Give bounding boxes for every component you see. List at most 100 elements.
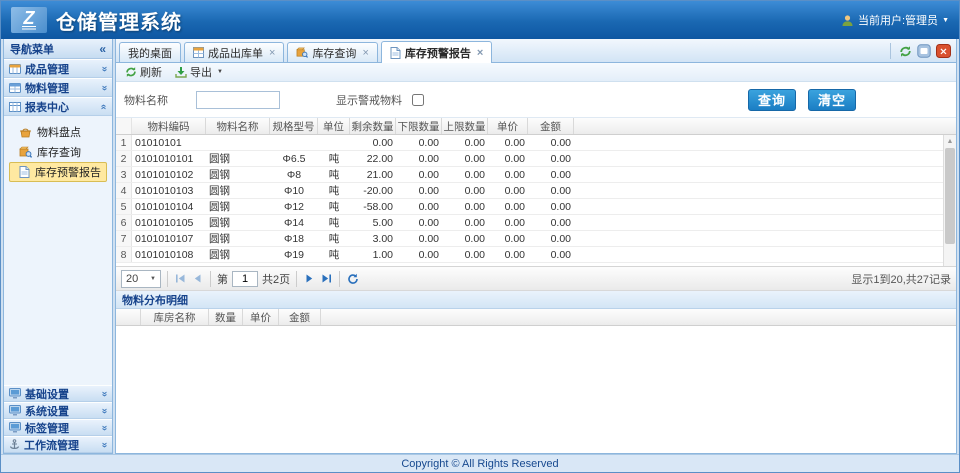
grid-cell: 21.00 xyxy=(350,167,396,182)
grid-cell: 0.00 xyxy=(488,215,528,230)
grid-column-header[interactable]: 物料名称 xyxy=(206,118,270,134)
chevron-double-down-icon: » xyxy=(99,85,109,91)
query-button[interactable]: 查询 xyxy=(748,89,796,111)
show-warning-checkbox[interactable] xyxy=(412,94,424,106)
chevron-double-down-icon: » xyxy=(99,391,109,397)
sidebar-panel-basic-settings[interactable]: 基础设置 » xyxy=(4,385,112,402)
export-button[interactable]: 导出 ▼ xyxy=(170,63,228,81)
sidebar-panel-workflow-mgmt[interactable]: 工作流管理 » xyxy=(4,436,112,453)
sidebar-panel-system-settings[interactable]: 系统设置 » xyxy=(4,402,112,419)
grid-cell: 0101010104 xyxy=(132,199,206,214)
chevron-double-down-icon: » xyxy=(99,425,109,431)
table-row[interactable]: 20101010101圆钢Φ6.5吨22.000.000.000.000.00 xyxy=(116,151,956,167)
material-name-label: 物料名称 xyxy=(124,92,186,108)
app-footer: Copyright © All Rights Reserved xyxy=(1,454,959,472)
sidebar-panel-product-mgmt[interactable]: 成品管理 » xyxy=(4,59,112,78)
grid-cell: Φ6.5 xyxy=(270,151,318,166)
grid-cell: 圆钢 xyxy=(206,231,270,246)
show-warning-label: 显示警戒物料 xyxy=(336,92,402,108)
grid-cell: Φ18 xyxy=(270,231,318,246)
sidebar-panel-label-mgmt[interactable]: 标签管理 » xyxy=(4,419,112,436)
tab-product-outbound[interactable]: 成品出库单 × xyxy=(184,42,284,62)
next-page-button[interactable] xyxy=(303,272,316,285)
grid-cell: Φ10 xyxy=(270,183,318,198)
prev-page-button[interactable] xyxy=(191,272,204,285)
tab-inventory-query[interactable]: 库存查询 × xyxy=(287,42,377,62)
app-header: Z 仓储管理系统 当前用户:管理员 ▼ xyxy=(1,1,959,39)
grid-cell: 吨 xyxy=(318,215,350,230)
row-number: 1 xyxy=(116,135,132,150)
grid-cell: Φ12 xyxy=(270,199,318,214)
table-row[interactable]: 70101010107圆钢Φ18吨3.000.000.000.000.00 xyxy=(116,231,956,247)
grid-cell: 圆钢 xyxy=(206,183,270,198)
grid-cell: Φ8 xyxy=(270,167,318,182)
grid-column-header[interactable]: 下限数量 xyxy=(396,118,442,134)
scrollbar-thumb[interactable] xyxy=(945,148,955,244)
scroll-up-icon[interactable]: ▲ xyxy=(944,135,956,147)
close-icon[interactable]: × xyxy=(477,47,483,59)
grid-cell: 0.00 xyxy=(442,183,488,198)
tab-my-desktop[interactable]: 我的桌面 xyxy=(119,42,181,62)
user-icon xyxy=(841,14,854,27)
table-row[interactable]: 30101010102圆钢Φ8吨21.000.000.000.000.00 xyxy=(116,167,956,183)
sidebar-item-inventory-query[interactable]: 库存查询 xyxy=(9,142,107,162)
report-page-icon xyxy=(19,166,30,178)
grid-cell: 吨 xyxy=(318,167,350,182)
row-number: 3 xyxy=(116,167,132,182)
detail-column-header[interactable]: 数量 xyxy=(209,309,243,325)
page-size-select[interactable]: 20 ▼ xyxy=(121,270,161,288)
sidebar-panel-report-center[interactable]: 报表中心 » xyxy=(4,97,112,116)
sidebar-item-material-count[interactable]: 物料盘点 xyxy=(9,122,107,142)
tab-bar-tools: × xyxy=(890,43,951,59)
grid-cell: 0.00 xyxy=(488,135,528,150)
table-row[interactable]: 50101010104圆钢Φ12吨-58.000.000.000.000.00 xyxy=(116,199,956,215)
page-number-input[interactable] xyxy=(232,271,258,287)
refresh-tab-icon[interactable] xyxy=(899,45,912,58)
grid-cell xyxy=(270,135,318,150)
grid-cell: 0.00 xyxy=(442,135,488,150)
table-row[interactable]: 60101010105圆钢Φ14吨5.000.000.000.000.00 xyxy=(116,215,956,231)
divider xyxy=(167,271,168,287)
refresh-button[interactable]: 刷新 xyxy=(120,63,167,81)
grid-column-header[interactable]: 单位 xyxy=(318,118,350,134)
material-name-input[interactable] xyxy=(196,91,280,109)
vertical-scrollbar[interactable]: ▲ xyxy=(943,135,956,266)
grid-cell: -20.00 xyxy=(350,183,396,198)
grid-column-header[interactable]: 规格型号 xyxy=(270,118,318,134)
sidebar-collapse-icon[interactable]: « xyxy=(99,42,106,56)
detail-column-header[interactable]: 库房名称 xyxy=(141,309,209,325)
divider xyxy=(296,271,297,287)
detail-grid-body xyxy=(116,326,956,453)
first-page-button[interactable] xyxy=(174,272,187,285)
detail-column-header[interactable]: 金额 xyxy=(279,309,321,325)
reload-page-button[interactable] xyxy=(346,272,360,286)
close-icon[interactable]: × xyxy=(362,47,368,59)
table-row[interactable]: 1010101010.000.000.000.000.00 xyxy=(116,135,956,151)
user-menu[interactable]: 当前用户:管理员 ▼ xyxy=(841,12,949,28)
grid-column-header[interactable]: 剩余数量 xyxy=(350,118,396,134)
grid-column-header[interactable]: 金额 xyxy=(528,118,574,134)
clear-button[interactable]: 清空 xyxy=(808,89,856,111)
app-title: 仓储管理系统 xyxy=(56,6,182,35)
sidebar-panel-material-mgmt[interactable]: 物料管理 » xyxy=(4,78,112,97)
grid-cell: 0.00 xyxy=(488,151,528,166)
tab-inventory-warning-report[interactable]: 库存预警报告 × xyxy=(381,41,492,63)
table-row[interactable]: 80101010108圆钢Φ19吨1.000.000.000.000.00 xyxy=(116,247,956,263)
grid-column-header[interactable]: 上限数量 xyxy=(442,118,488,134)
refresh-label: 刷新 xyxy=(140,64,162,80)
table-row[interactable]: 40101010103圆钢Φ10吨-20.000.000.000.000.00 xyxy=(116,183,956,199)
close-icon[interactable]: × xyxy=(269,47,275,59)
logo-letter: Z xyxy=(24,10,35,26)
maximize-icon[interactable] xyxy=(917,44,931,58)
detail-column-header[interactable]: 单价 xyxy=(243,309,279,325)
grid-cell: 3.00 xyxy=(350,231,396,246)
grid-column-header[interactable]: 单价 xyxy=(488,118,528,134)
grid-cell: 圆钢 xyxy=(206,215,270,230)
sidebar-item-inventory-warning-report[interactable]: 库存预警报告 xyxy=(9,162,107,182)
grid-cell: 0.00 xyxy=(442,167,488,182)
close-window-icon[interactable]: × xyxy=(936,44,951,58)
chevron-down-icon: ▼ xyxy=(217,69,223,75)
grid-column-header[interactable]: 物料编码 xyxy=(132,118,206,134)
sidebar: 导航菜单 « 成品管理 » 物料管理 » xyxy=(3,39,113,454)
last-page-button[interactable] xyxy=(320,272,333,285)
